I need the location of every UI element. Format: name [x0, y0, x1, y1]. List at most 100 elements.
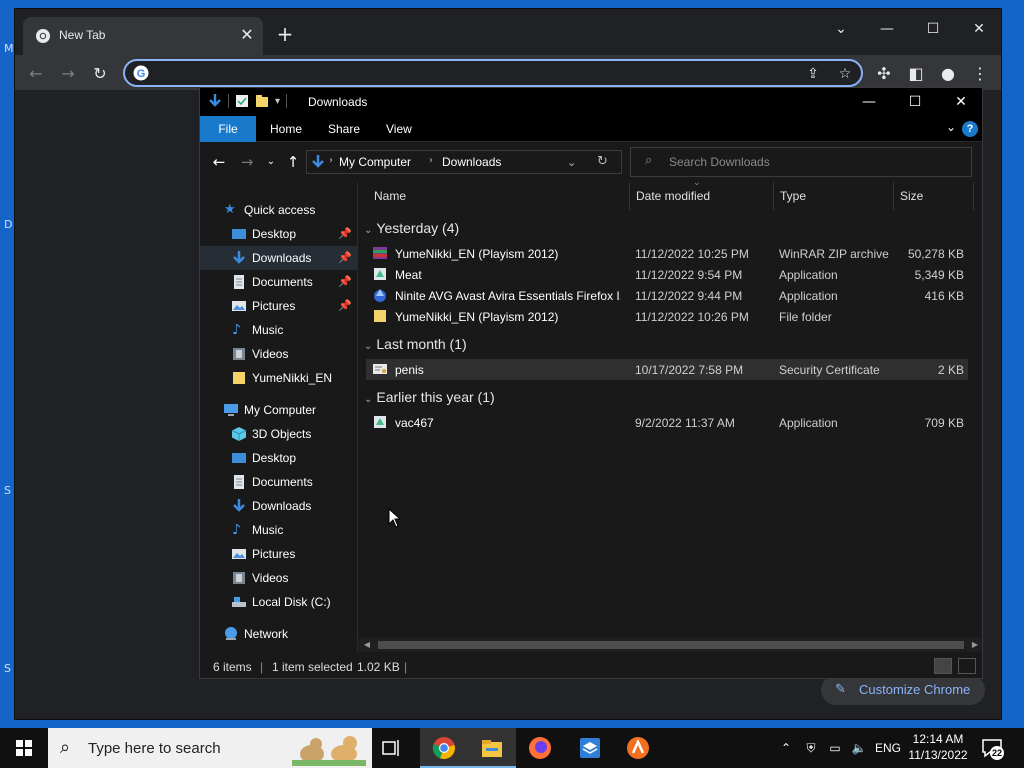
omnibox-input[interactable]	[157, 64, 777, 82]
maximize-button[interactable]: ☐	[892, 88, 938, 116]
nav-quick-music[interactable]: ♪ Music	[200, 318, 358, 342]
tab-search-icon[interactable]: ⌄	[821, 15, 861, 43]
search-box[interactable]: ⌕	[630, 147, 972, 177]
security-tray-icon[interactable]: ⛨	[800, 728, 822, 768]
nav-downloads[interactable]: Downloads	[200, 494, 358, 518]
maximize-button[interactable]: ☐	[913, 15, 953, 43]
scroll-right-icon[interactable]: ▶	[968, 638, 982, 652]
column-header-date-modified[interactable]: Date modified	[630, 182, 774, 210]
group-header-earlier-this-year[interactable]: ⌄ Earlier this year (1)	[364, 389, 495, 409]
file-row[interactable]: YumeNikki_EN (Playism 2012) 11/12/2022 1…	[366, 243, 968, 264]
network-tray-icon[interactable]: ▭	[824, 728, 846, 768]
ribbon-tab-share[interactable]: Share	[318, 116, 370, 142]
file-row[interactable]: Meat 11/12/2022 9:54 PM Application 5,34…	[366, 264, 968, 285]
close-window-button[interactable]: ✕	[959, 15, 999, 43]
address-dropdown-icon[interactable]: ⌄	[567, 156, 576, 169]
reload-icon[interactable]: ↻	[87, 61, 113, 87]
taskbar-firefox[interactable]	[516, 728, 564, 768]
nav-desktop[interactable]: Desktop	[200, 446, 358, 470]
customize-toolbar-icon[interactable]: ▾	[275, 96, 280, 107]
large-icons-view-icon[interactable]	[958, 658, 976, 674]
new-folder-icon[interactable]	[255, 94, 269, 108]
chrome-menu-icon[interactable]: ⋮	[967, 61, 993, 87]
ribbon-tab-view[interactable]: View	[376, 116, 422, 142]
taskbar-file-explorer[interactable]	[468, 728, 516, 768]
nav-quick-pictures[interactable]: Pictures 📌	[200, 294, 358, 318]
show-hidden-icons-icon[interactable]: ⌃	[776, 728, 796, 768]
expand-ribbon-icon[interactable]: ⌄	[946, 120, 956, 134]
taskbar-app-box[interactable]	[566, 728, 614, 768]
details-view-icon[interactable]	[934, 658, 952, 674]
nav-pictures[interactable]: Pictures	[200, 542, 358, 566]
chrome-tab-new-tab[interactable]: New Tab ✕	[23, 17, 263, 55]
pin-icon[interactable]: 📌	[338, 299, 352, 312]
download-arrow-icon[interactable]	[208, 93, 222, 109]
column-header-name[interactable]: Name	[368, 182, 630, 210]
address-bar[interactable]: › My Computer › Downloads ⌄ ↻	[306, 150, 622, 174]
nav-quick-videos[interactable]: Videos	[200, 342, 358, 366]
nav-local-disk[interactable]: Local Disk (C:)	[200, 590, 358, 614]
share-icon[interactable]: ⇪	[803, 64, 823, 84]
pin-icon[interactable]: 📌	[338, 227, 352, 240]
column-header-type[interactable]: Type	[774, 182, 894, 210]
customize-chrome-button[interactable]: ✎ Customize Chrome	[821, 675, 985, 705]
close-tab-icon[interactable]: ✕	[237, 25, 257, 45]
task-view-button[interactable]	[368, 728, 416, 768]
ribbon-tab-file[interactable]: File	[200, 116, 256, 142]
breadcrumb-downloads[interactable]: Downloads	[442, 155, 501, 169]
taskbar-chrome[interactable]	[420, 728, 468, 768]
omnibox[interactable]: G ⇪ ☆	[123, 59, 863, 87]
close-window-button[interactable]: ✕	[938, 88, 984, 116]
nav-network[interactable]: Network	[200, 622, 358, 646]
up-arrow-icon[interactable]: ↑	[282, 151, 304, 173]
nav-quick-downloads[interactable]: Downloads 📌	[200, 246, 358, 270]
taskbar-clock[interactable]: 12:14 AM 11/13/2022	[906, 731, 970, 763]
new-tab-button[interactable]: +	[273, 23, 297, 47]
help-icon[interactable]: ?	[962, 121, 978, 137]
recent-locations-icon[interactable]: ⌄	[260, 151, 282, 173]
search-input[interactable]	[669, 154, 959, 170]
refresh-icon[interactable]: ↻	[597, 154, 608, 169]
nav-music[interactable]: ♪ Music	[200, 518, 358, 542]
file-row[interactable]: YumeNikki_EN (Playism 2012) 11/12/2022 1…	[366, 306, 968, 327]
volume-icon[interactable]: 🔈	[848, 728, 870, 768]
nav-quick-yumenikki[interactable]: YumeNikki_EN	[200, 366, 358, 390]
back-arrow-icon[interactable]: ←	[23, 61, 49, 87]
file-row[interactable]: Ninite AVG Avast Avira Essentials Firefo…	[366, 285, 968, 306]
horizontal-scrollbar[interactable]: ◀ ▶	[358, 638, 982, 652]
extensions-puzzle-icon[interactable]: ✣	[871, 61, 897, 87]
bookmark-star-icon[interactable]: ☆	[835, 64, 855, 84]
input-language-indicator[interactable]: ENG	[872, 728, 904, 768]
back-arrow-icon[interactable]: ←	[208, 151, 230, 173]
taskbar-avast[interactable]	[614, 728, 662, 768]
nav-my-computer[interactable]: My Computer	[200, 398, 358, 422]
group-header-last-month[interactable]: ⌄ Last month (1)	[364, 336, 467, 356]
taskbar-search-box[interactable]: ⌕	[48, 728, 372, 768]
nav-quick-access[interactable]: ★ Quick access	[200, 198, 358, 222]
pin-icon[interactable]: 📌	[338, 251, 352, 264]
breadcrumb-my-computer[interactable]: My Computer	[339, 155, 411, 169]
scrollbar-thumb[interactable]	[378, 641, 964, 649]
forward-arrow-icon[interactable]: →	[236, 151, 258, 173]
scroll-left-icon[interactable]: ◀	[360, 638, 374, 652]
nav-quick-desktop[interactable]: Desktop 📌	[200, 222, 358, 246]
nav-quick-documents[interactable]: Documents 📌	[200, 270, 358, 294]
minimize-button[interactable]: —	[846, 88, 892, 116]
ribbon-tab-home[interactable]: Home	[260, 116, 312, 142]
profile-avatar-icon[interactable]: ●	[935, 61, 961, 87]
pin-icon[interactable]: 📌	[338, 275, 352, 288]
side-panel-icon[interactable]: ◧	[903, 61, 929, 87]
file-row-selected[interactable]: penis 10/17/2022 7:58 PM Security Certif…	[366, 359, 968, 380]
group-header-yesterday[interactable]: ⌄ Yesterday (4)	[364, 220, 459, 240]
properties-icon[interactable]	[235, 94, 249, 108]
file-row[interactable]: vac467 9/2/2022 11:37 AM Application 709…	[366, 412, 968, 433]
column-header-size[interactable]: Size	[894, 182, 974, 210]
nav-videos[interactable]: Videos	[200, 566, 358, 590]
nav-3d-objects[interactable]: 3D Objects	[200, 422, 358, 446]
notification-center-button[interactable]: 22	[980, 736, 1005, 760]
forward-arrow-icon[interactable]: →	[55, 61, 81, 87]
nav-documents[interactable]: Documents	[200, 470, 358, 494]
minimize-button[interactable]: —	[867, 15, 907, 43]
start-button[interactable]	[0, 728, 48, 768]
taskbar-search-input[interactable]	[88, 739, 288, 757]
